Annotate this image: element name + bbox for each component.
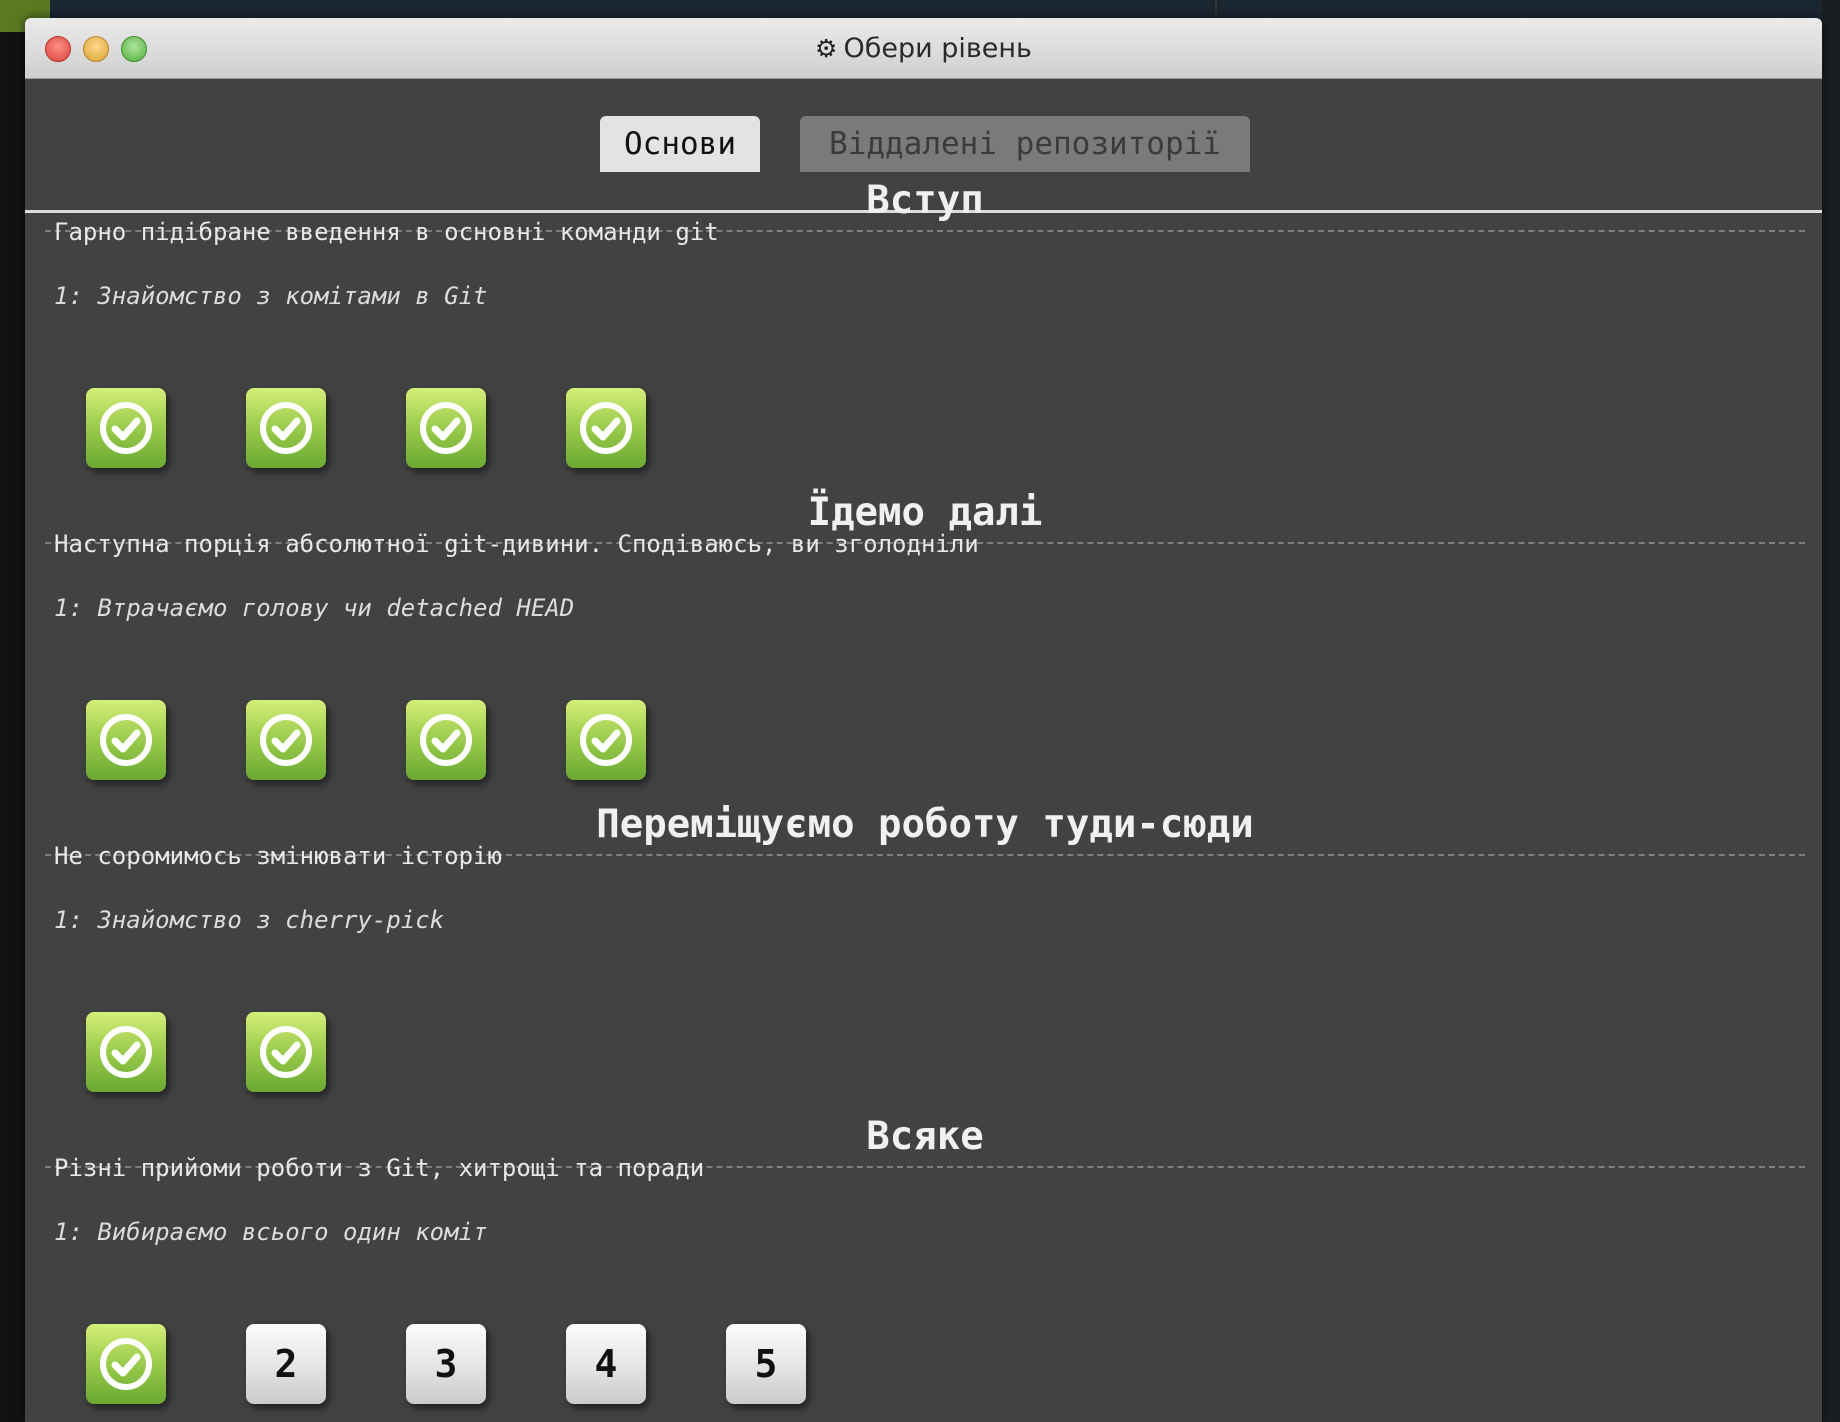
selected-level-label: 1: Знайомство з комітами в Git <box>54 282 488 310</box>
checkmark-svg <box>420 714 472 766</box>
level-button-completed[interactable] <box>566 388 646 468</box>
tab-remote-repositories[interactable]: Віддалені репозиторії <box>800 116 1250 172</box>
selected-level-label: 1: Втрачаємо голову чи detached HEAD <box>54 594 575 622</box>
section-description: Наступна порція абсолютної git-дивини. С… <box>54 530 979 558</box>
title-bar[interactable]: ⚙ Обери рівень <box>25 18 1822 79</box>
level-button-completed[interactable] <box>246 700 326 780</box>
checkmark-svg <box>260 402 312 454</box>
level-button[interactable]: 3 <box>406 1324 486 1404</box>
window-title-text: Обери рівень <box>843 32 1032 64</box>
checkmark-circle-icon <box>96 398 156 458</box>
checkmark-circle-icon <box>416 710 476 770</box>
section-description: Не соромимось змінювати історію <box>54 842 502 870</box>
checkmark-svg <box>100 1338 152 1390</box>
section-description: Різні прийоми роботи з Git, хитрощі та п… <box>54 1154 705 1182</box>
level-button[interactable]: 5 <box>726 1324 806 1404</box>
tab-bar: Основи Віддалені репозиторії <box>25 78 1822 213</box>
checkmark-circle-icon <box>256 398 316 458</box>
checkmark-circle-icon <box>256 1022 316 1082</box>
level-button-completed[interactable] <box>86 388 166 468</box>
checkmark-svg <box>260 1026 312 1078</box>
selected-level-label: 1: Знайомство з cherry-pick <box>54 906 445 934</box>
level-button[interactable]: 2 <box>246 1324 326 1404</box>
level-button[interactable]: 4 <box>566 1324 646 1404</box>
level-button-completed[interactable] <box>246 1012 326 1092</box>
checkmark-circle-icon <box>96 1022 156 1082</box>
selected-level-label: 1: Вибираємо всього один коміт <box>54 1218 488 1246</box>
level-button-completed[interactable] <box>86 1012 166 1092</box>
checkmark-circle-icon <box>96 1334 156 1394</box>
level-button-completed[interactable] <box>86 700 166 780</box>
level-button-completed[interactable] <box>86 1324 166 1404</box>
checkmark-circle-icon <box>96 710 156 770</box>
checkmark-svg <box>580 402 632 454</box>
window-title: ⚙ Обери рівень <box>25 18 1822 78</box>
background-divider <box>1215 0 1217 14</box>
checkmark-svg <box>420 402 472 454</box>
tab-basics[interactable]: Основи <box>600 116 760 172</box>
checkmark-circle-icon <box>576 398 636 458</box>
background-app-strip <box>0 0 1840 18</box>
background-left-edge <box>0 0 25 1422</box>
checkmark-svg <box>100 1026 152 1078</box>
level-select-window: ⚙ Обери рівень Основи Віддалені репозито… <box>25 18 1822 1422</box>
checkmark-circle-icon <box>576 710 636 770</box>
level-number: 5 <box>754 1342 778 1386</box>
section-description: Гарно підібране введення в основні коман… <box>54 218 719 246</box>
level-button-completed[interactable] <box>406 700 486 780</box>
checkmark-circle-icon <box>256 710 316 770</box>
level-button-completed[interactable] <box>406 388 486 468</box>
checkmark-svg <box>100 402 152 454</box>
checkmark-svg <box>100 714 152 766</box>
checkmark-svg <box>580 714 632 766</box>
level-button-completed[interactable] <box>246 388 326 468</box>
background-right-edge <box>1822 0 1840 1422</box>
checkmark-circle-icon <box>416 398 476 458</box>
checkmark-svg <box>260 714 312 766</box>
gear-icon: ⚙ <box>815 33 838 63</box>
level-number: 2 <box>274 1342 298 1386</box>
level-number: 3 <box>434 1342 458 1386</box>
level-button-completed[interactable] <box>566 700 646 780</box>
level-number: 4 <box>594 1342 618 1386</box>
